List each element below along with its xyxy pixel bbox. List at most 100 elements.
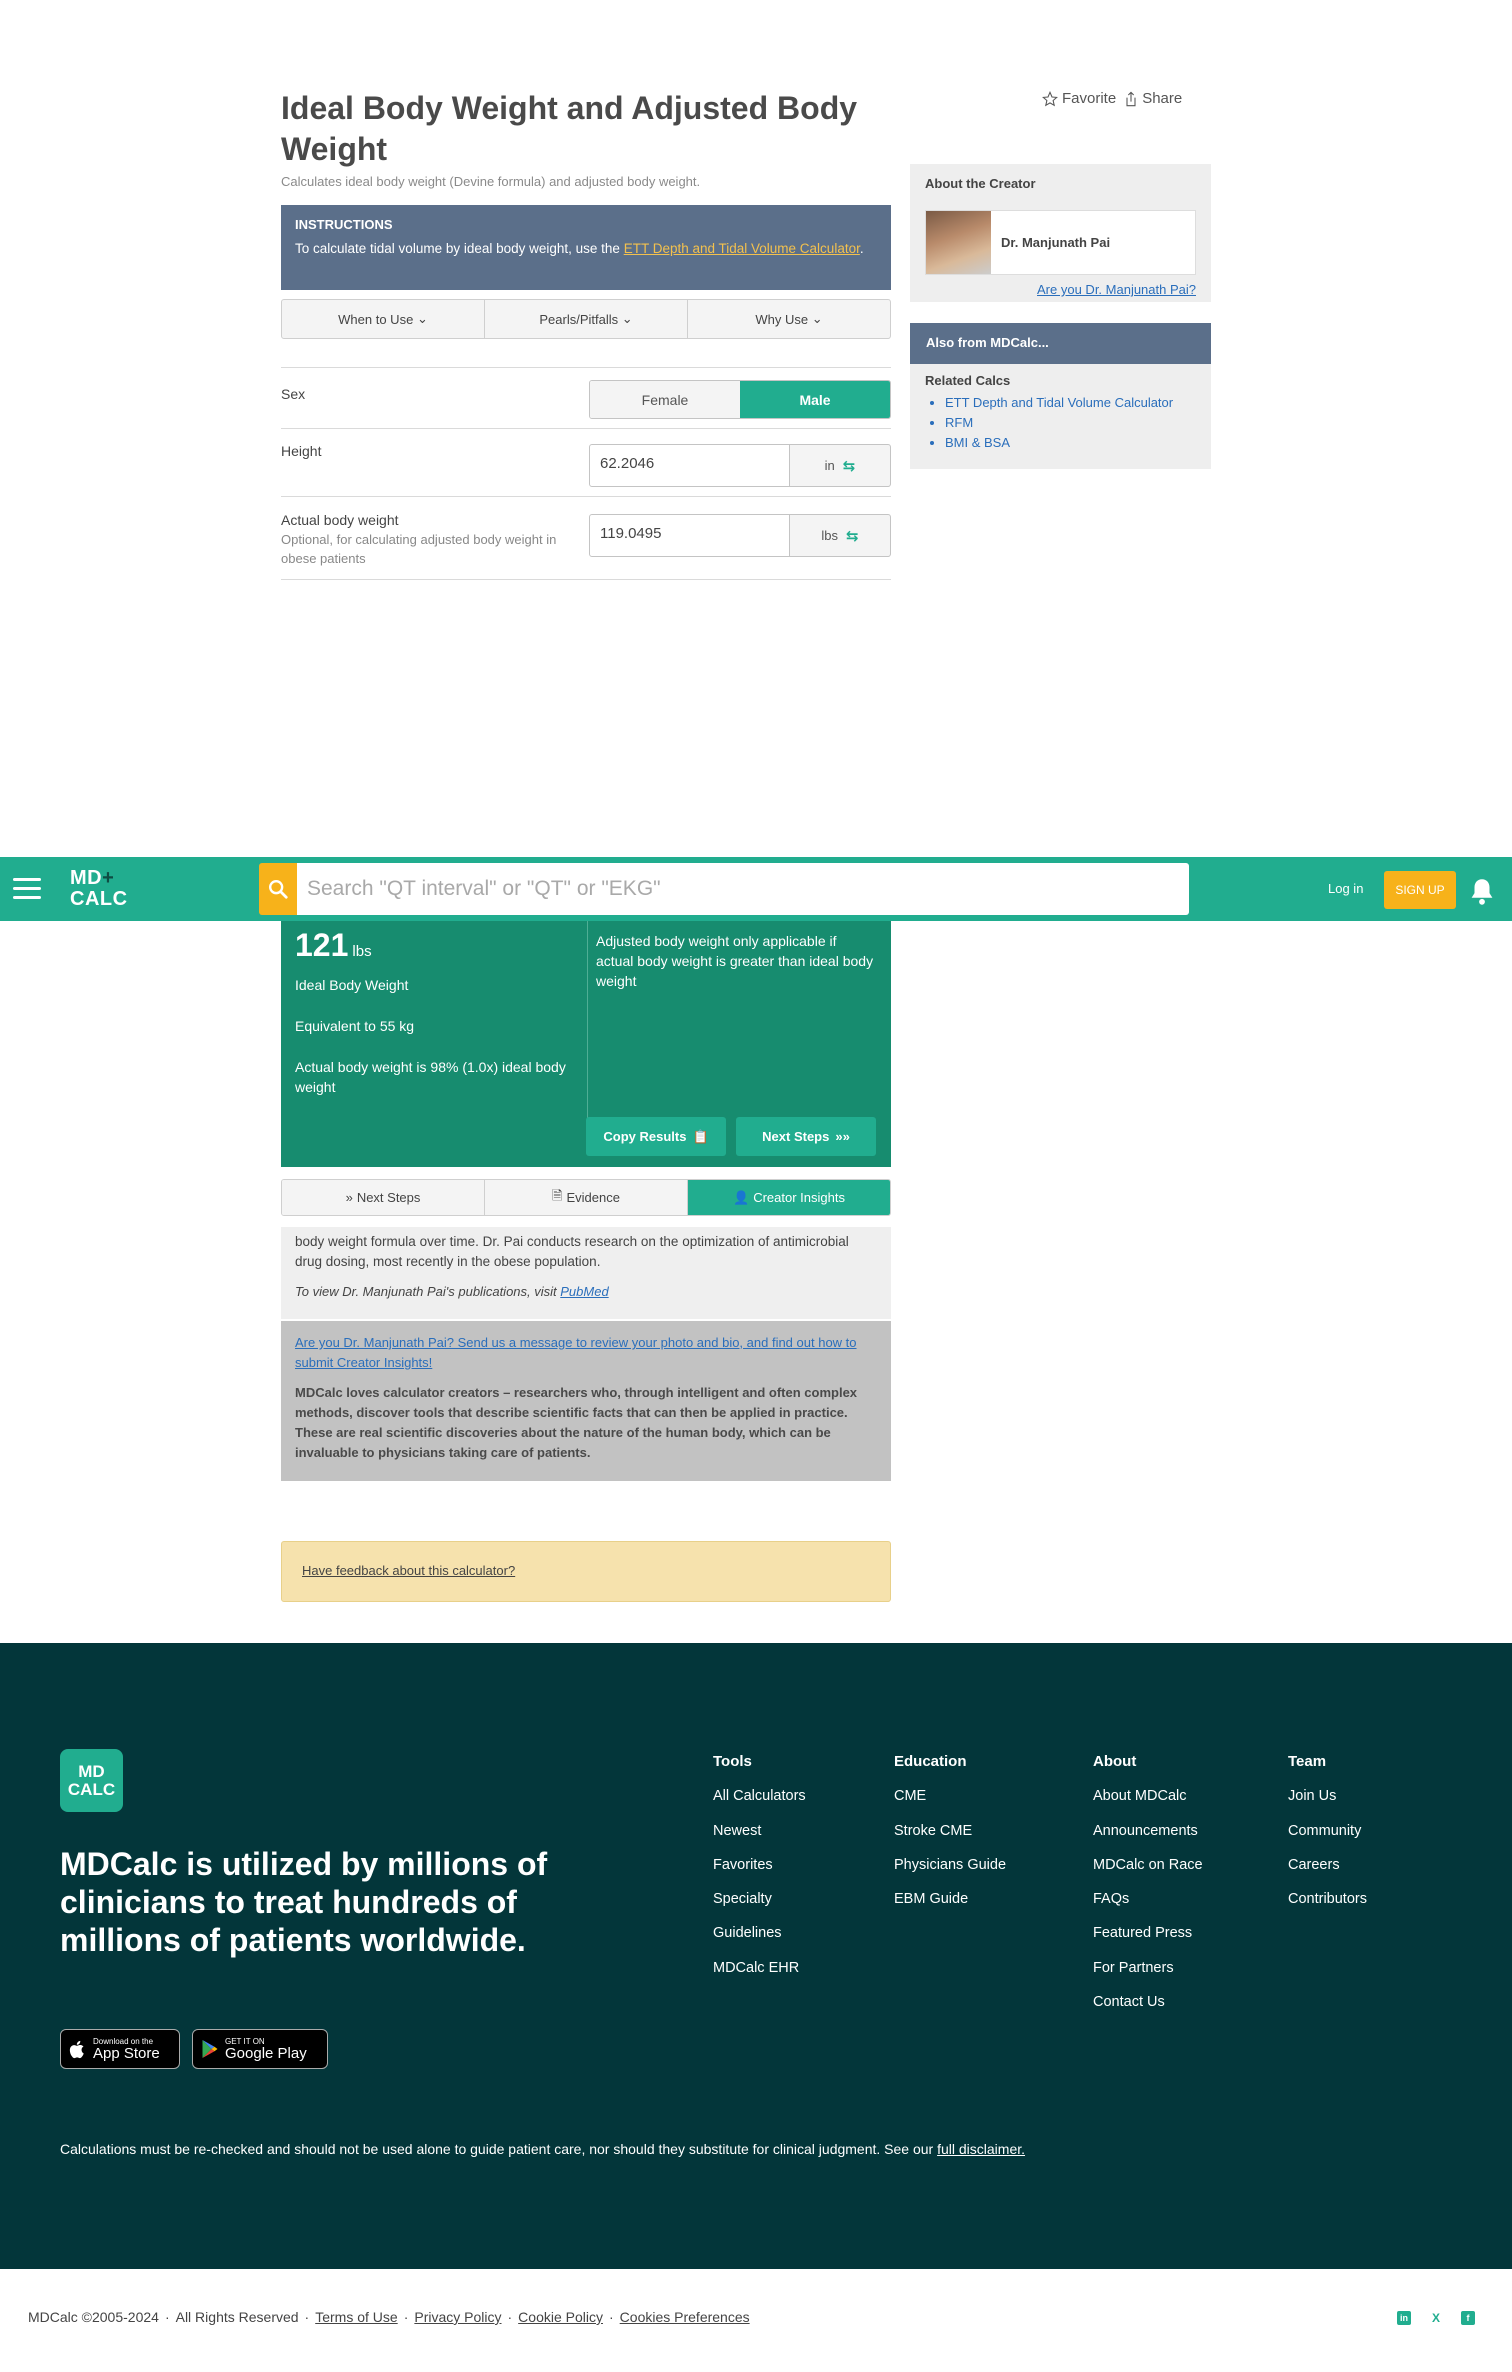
facebook-icon[interactable]: f bbox=[1461, 2311, 1475, 2325]
sex-option-male[interactable]: Male bbox=[740, 381, 890, 418]
tab-label: Creator Insights bbox=[753, 1190, 845, 1205]
creator-name: Dr. Manjunath Pai bbox=[1001, 235, 1111, 250]
footer-link[interactable]: Contributors bbox=[1288, 1882, 1367, 1916]
terms-link[interactable]: Terms of Use bbox=[315, 2309, 397, 2325]
footer-link[interactable]: MDCalc on Race bbox=[1093, 1848, 1203, 1882]
footer-link[interactable]: About MDCalc bbox=[1093, 1779, 1203, 1813]
login-link[interactable]: Log in bbox=[1328, 881, 1363, 896]
google-play-label: Google Play bbox=[225, 2044, 307, 2062]
footer-link[interactable]: Physicians Guide bbox=[894, 1848, 1006, 1882]
footer-link[interactable]: MDCalc EHR bbox=[713, 1951, 806, 1985]
instructions-text: To calculate tidal volume by ideal body … bbox=[295, 239, 877, 259]
ibw-label: Ideal Body Weight bbox=[295, 977, 409, 993]
tab-label: Pearls/Pitfalls bbox=[539, 311, 619, 327]
footer-link[interactable]: FAQs bbox=[1093, 1882, 1203, 1916]
favorite-button[interactable]: Favorite bbox=[1042, 90, 1116, 107]
footer-link[interactable]: Announcements bbox=[1093, 1814, 1203, 1848]
search-button[interactable] bbox=[259, 863, 297, 915]
sex-selector: Female Male bbox=[589, 380, 891, 419]
footer-link[interactable]: EBM Guide bbox=[894, 1882, 1006, 1916]
creator-cta-link[interactable]: Are you Dr. Manjunath Pai? Send us a mes… bbox=[295, 1333, 877, 1373]
document-icon: 🗎 bbox=[552, 1187, 563, 1203]
share-button[interactable]: Share bbox=[1124, 90, 1182, 107]
weight-unit-toggle[interactable]: lbs ⇆ bbox=[790, 514, 891, 557]
ett-calculator-link[interactable]: ETT Depth and Tidal Volume Calculator bbox=[624, 241, 860, 256]
footer-link[interactable]: For Partners bbox=[1093, 1951, 1203, 1985]
weight-field: 119.0495 lbs ⇆ bbox=[589, 514, 891, 557]
logo-calc: CALC bbox=[70, 888, 128, 910]
footer-link[interactable]: All Calculators bbox=[713, 1779, 806, 1813]
tab-when-to-use[interactable]: When to Use ⌄ bbox=[282, 300, 485, 338]
title-actions: Favorite Share bbox=[1042, 90, 1182, 107]
search-input[interactable]: Search "QT interval" or "QT" or "EKG" bbox=[297, 863, 1189, 915]
cookie-preferences-link[interactable]: Cookies Preferences bbox=[620, 2309, 750, 2325]
ibw-ratio: Actual body weight is 98% (1.0x) ideal b… bbox=[295, 1059, 566, 1095]
height-unit-toggle[interactable]: in ⇆ bbox=[790, 444, 891, 487]
related-link[interactable]: BMI & BSA bbox=[945, 433, 1173, 453]
signup-button[interactable]: SIGN UP bbox=[1384, 871, 1456, 909]
footer-link[interactable]: Guidelines bbox=[713, 1916, 806, 1950]
footer-link[interactable]: Stroke CME bbox=[894, 1814, 1006, 1848]
linkedin-icon[interactable]: in bbox=[1397, 2311, 1411, 2325]
app-store-label: App Store bbox=[93, 2044, 160, 2062]
search-icon bbox=[269, 880, 288, 899]
footer-col-heading: Education bbox=[894, 1753, 967, 1770]
creator-love-text: MDCalc loves calculator creators – resea… bbox=[295, 1385, 858, 1460]
height-label: Height bbox=[281, 443, 322, 459]
share-label: Share bbox=[1142, 90, 1183, 107]
menu-icon[interactable] bbox=[13, 878, 41, 900]
tab-evidence[interactable]: 🗎 Evidence bbox=[485, 1180, 688, 1215]
footer-link[interactable]: Favorites bbox=[713, 1848, 806, 1882]
google-play-badge[interactable]: GET IT ON Google Play bbox=[192, 2029, 328, 2069]
height-input[interactable]: 62.2046 bbox=[589, 444, 790, 487]
footer-link[interactable]: Contact Us bbox=[1093, 1985, 1203, 2019]
bell-icon[interactable] bbox=[1468, 877, 1496, 907]
feedback-link[interactable]: Have feedback about this calculator? bbox=[302, 1563, 515, 1578]
sex-option-female[interactable]: Female bbox=[590, 381, 740, 418]
related-link[interactable]: RFM bbox=[945, 413, 1173, 433]
footer-link[interactable]: Featured Press bbox=[1093, 1916, 1203, 1950]
creator-card[interactable]: Dr. Manjunath Pai bbox=[925, 210, 1196, 275]
footer-col-tools: Tools All Calculators Newest Favorites S… bbox=[713, 1745, 806, 1985]
feedback-box: Have feedback about this calculator? bbox=[281, 1541, 891, 1602]
cookie-policy-link[interactable]: Cookie Policy bbox=[518, 2309, 603, 2325]
footer-link[interactable]: Careers bbox=[1288, 1848, 1367, 1882]
disclaimer-link[interactable]: full disclaimer. bbox=[937, 2141, 1025, 2157]
mdcalc-logo[interactable]: MD+ CALC bbox=[70, 868, 128, 910]
privacy-link[interactable]: Privacy Policy bbox=[414, 2309, 501, 2325]
related-link[interactable]: ETT Depth and Tidal Volume Calculator bbox=[945, 393, 1173, 413]
weight-input[interactable]: 119.0495 bbox=[589, 514, 790, 557]
also-heading: Also from MDCalc... bbox=[910, 323, 1211, 364]
footer-col-heading: Team bbox=[1288, 1753, 1327, 1770]
creator-photo bbox=[926, 211, 991, 274]
related-list: ETT Depth and Tidal Volume Calculator RF… bbox=[945, 393, 1173, 453]
tab-next-steps[interactable]: » Next Steps bbox=[282, 1180, 485, 1215]
footer-link[interactable]: Community bbox=[1288, 1814, 1367, 1848]
next-steps-button[interactable]: Next Steps »» bbox=[736, 1117, 876, 1156]
related-heading: Related Calcs bbox=[925, 373, 1011, 388]
google-play-icon bbox=[202, 2040, 218, 2058]
tab-pearls-pitfalls[interactable]: Pearls/Pitfalls ⌄ bbox=[485, 300, 688, 338]
tab-why-use[interactable]: Why Use ⌄ bbox=[688, 300, 890, 338]
x-icon[interactable]: X bbox=[1429, 2311, 1443, 2325]
footer-link[interactable]: Join Us bbox=[1288, 1779, 1367, 1813]
star-icon bbox=[1042, 90, 1058, 106]
detail-tabs: » Next Steps 🗎 Evidence 👤 Creator Insights bbox=[281, 1179, 891, 1216]
instructions-heading: INSTRUCTIONS bbox=[295, 217, 393, 232]
pubmed-link[interactable]: PubMed bbox=[560, 1284, 608, 1299]
copy-results-button[interactable]: Copy Results 📋 bbox=[586, 1117, 726, 1156]
divider bbox=[281, 428, 891, 429]
app-store-badge[interactable]: Download on the App Store bbox=[60, 2029, 180, 2069]
apple-icon bbox=[69, 2040, 84, 2059]
creator-question-link[interactable]: Are you Dr. Manjunath Pai? bbox=[1037, 282, 1196, 297]
footer-link[interactable]: Specialty bbox=[713, 1882, 806, 1916]
footer-link[interactable]: CME bbox=[894, 1779, 1006, 1813]
chevron-down-icon: ⌄ bbox=[416, 311, 428, 326]
clipboard-icon: 📋 bbox=[692, 1128, 709, 1144]
tab-creator-insights[interactable]: 👤 Creator Insights bbox=[688, 1180, 890, 1215]
footer-logo-calc: CALC bbox=[67, 1780, 116, 1799]
info-tabs: When to Use ⌄ Pearls/Pitfalls ⌄ Why Use … bbox=[281, 299, 891, 339]
footer-link[interactable]: Newest bbox=[713, 1814, 806, 1848]
footer-logo[interactable]: MD CALC bbox=[60, 1749, 123, 1812]
chevrons-right-icon: » bbox=[345, 1190, 353, 1205]
